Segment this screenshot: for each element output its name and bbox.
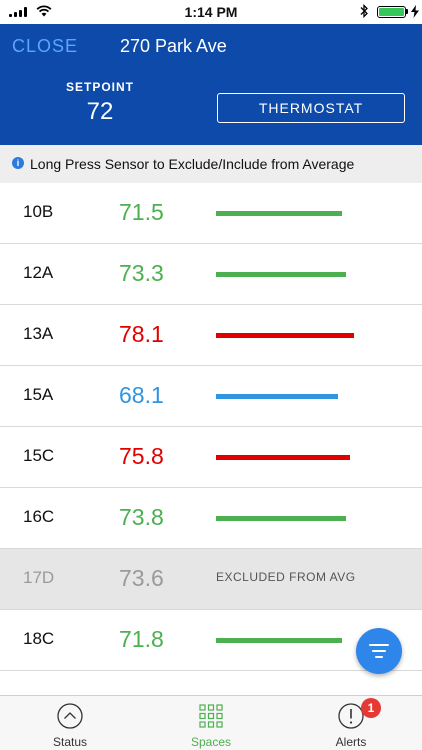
- sensor-row[interactable]: 10B 71.5: [0, 183, 422, 244]
- sensor-temperature: 71.5: [119, 199, 164, 225]
- info-banner: i Long Press Sensor to Exclude/Include f…: [0, 145, 422, 183]
- tab-alerts-label: Alerts: [335, 735, 367, 749]
- tab-status-label: Status: [52, 735, 88, 749]
- status-bar: 1:14 PM: [0, 0, 422, 24]
- sensor-level-bar: [216, 333, 354, 338]
- filter-button[interactable]: [356, 628, 402, 674]
- filter-icon-line: [375, 656, 383, 658]
- sensor-list: 10B 71.5 12A 73.3 13A 78.1 15A 68.1 15C 75.8 16C 73…: [0, 183, 422, 695]
- bluetooth-icon: [360, 4, 368, 18]
- sensor-name: 16C: [23, 507, 55, 526]
- sensor-temperature: 73.3: [119, 260, 164, 286]
- sensor-level-bar: [216, 638, 342, 643]
- sensor-row[interactable]: 17D 73.6 EXCLUDED FROM AVG: [0, 549, 422, 610]
- sensor-name: 13A: [23, 324, 54, 343]
- chevron-up-circle-icon: [57, 703, 83, 729]
- filter-icon-line: [372, 650, 386, 652]
- page-title: 270 Park Ave: [120, 36, 227, 56]
- sensor-level-bar: [216, 516, 346, 521]
- sensor-level-bar: [216, 272, 346, 277]
- filter-icon: [369, 644, 389, 646]
- tab-spaces-label: Spaces: [190, 735, 232, 749]
- sensor-temperature: 75.8: [119, 443, 164, 469]
- tab-status[interactable]: Status: [20, 696, 120, 750]
- excluded-label: EXCLUDED FROM AVG: [216, 570, 356, 584]
- sensor-name: 17D: [23, 568, 55, 587]
- sensor-temperature: 68.1: [119, 382, 164, 408]
- alerts-badge: 1: [361, 698, 381, 718]
- sensor-row[interactable]: 16C 73.8: [0, 488, 422, 549]
- thermostat-button[interactable]: THERMOSTAT: [217, 93, 405, 123]
- sensor-row[interactable]: 15A 68.1: [0, 366, 422, 427]
- sensor-temperature: 71.8: [119, 626, 164, 652]
- sensor-name: 10B: [23, 202, 54, 221]
- grid-icon: [199, 704, 223, 728]
- sensor-name: 18C: [23, 629, 55, 648]
- info-text: Long Press Sensor to Exclude/Include fro…: [30, 156, 355, 172]
- battery-tip: [406, 9, 408, 14]
- sensor-name: 15C: [23, 446, 55, 465]
- sensor-row[interactable]: 12A 73.3: [0, 244, 422, 305]
- charging-bolt-icon: [411, 5, 419, 18]
- tab-spaces[interactable]: Spaces: [161, 696, 261, 750]
- setpoint-value: 72: [86, 98, 114, 125]
- sensor-level-bar: [216, 211, 342, 216]
- header: CLOSE 270 Park Ave SETPOINT 72 THERMOSTA…: [0, 24, 422, 145]
- setpoint-label: SETPOINT: [66, 80, 135, 94]
- tab-alerts[interactable]: 1 Alerts: [301, 696, 401, 750]
- sensor-temperature: 73.6: [119, 565, 164, 591]
- sensor-name: 12A: [23, 263, 54, 282]
- sensor-level-bar: [216, 394, 338, 399]
- sensor-name: 15A: [23, 385, 54, 404]
- sensor-temperature: 78.1: [119, 321, 164, 347]
- info-icon: i: [12, 157, 24, 169]
- battery-icon: [377, 6, 406, 18]
- sensor-level-bar: [216, 455, 350, 460]
- close-button[interactable]: CLOSE: [12, 36, 78, 57]
- tab-bar: Status Spaces 1 Alerts: [0, 695, 422, 750]
- sensor-temperature: 73.8: [119, 504, 164, 530]
- sensor-row[interactable]: 13A 78.1: [0, 305, 422, 366]
- sensor-row[interactable]: 15C 75.8: [0, 427, 422, 488]
